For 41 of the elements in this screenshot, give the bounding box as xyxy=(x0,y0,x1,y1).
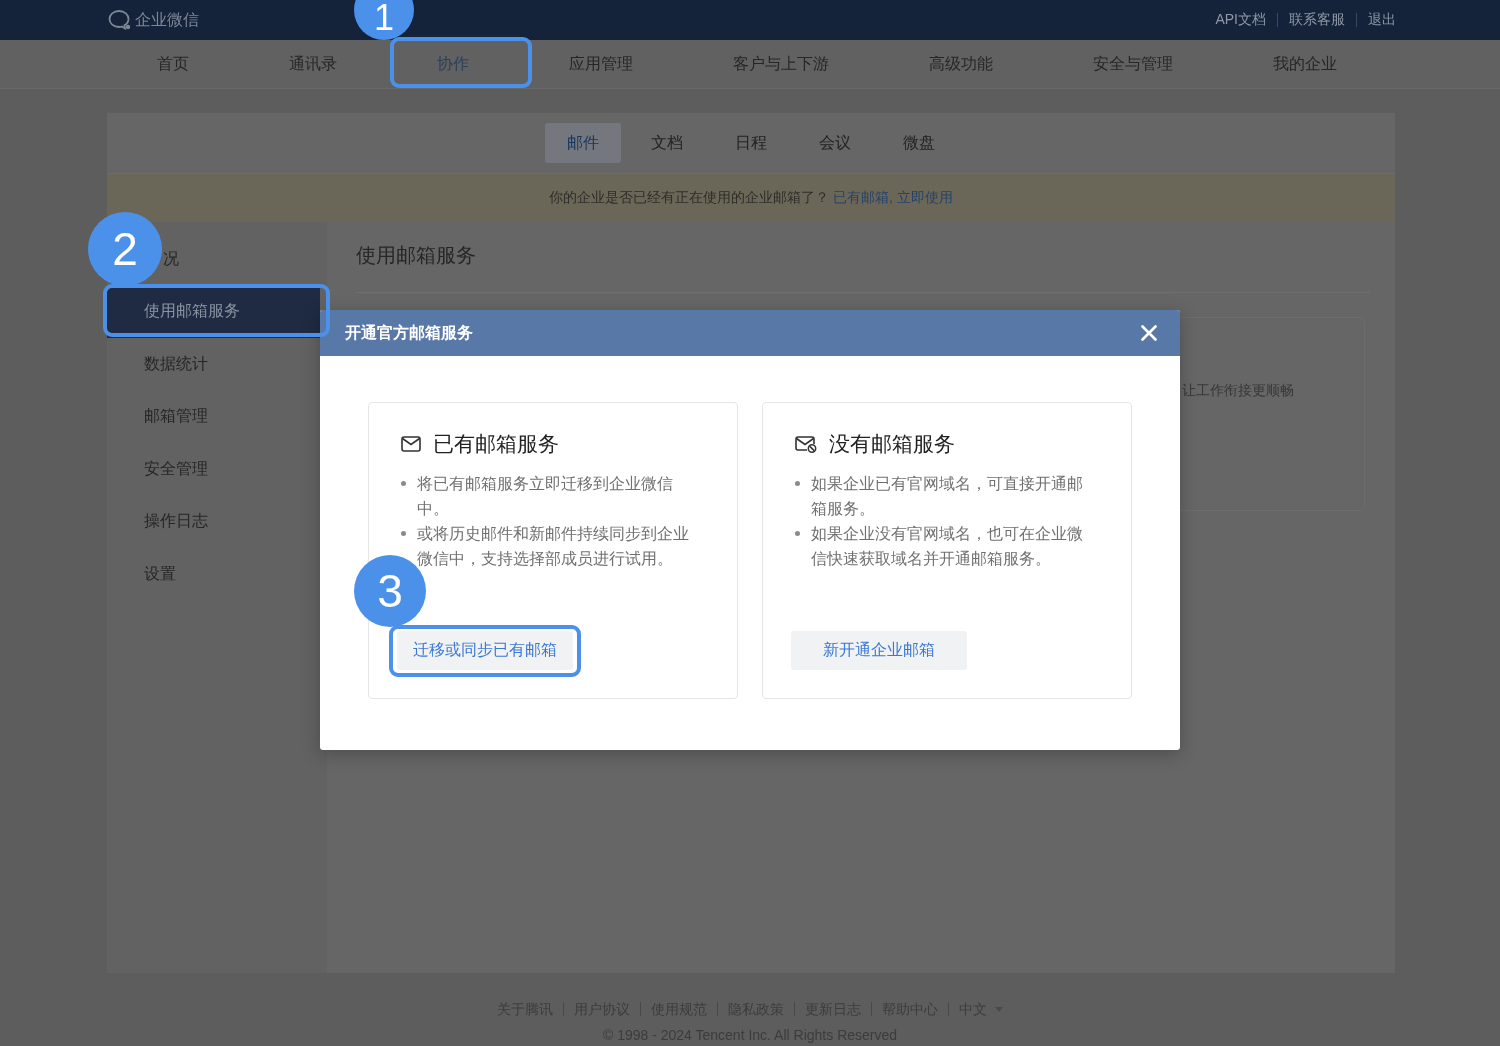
header-link[interactable]: API文档 xyxy=(1215,11,1266,29)
nav-tab[interactable]: 安全与管理 xyxy=(1043,40,1223,88)
nav-tab[interactable]: 应用管理 xyxy=(519,40,683,88)
close-icon[interactable] xyxy=(1141,325,1157,341)
nav-tab[interactable]: 我的企业 xyxy=(1223,40,1387,88)
page-title: 使用邮箱服务 xyxy=(356,241,1370,293)
option-button[interactable]: 新开通企业邮箱 xyxy=(791,631,967,670)
bullet-icon xyxy=(401,481,406,486)
option-title: 没有邮箱服务 xyxy=(829,431,955,457)
sidebar-item[interactable]: 安全管理 xyxy=(107,443,320,496)
nav-tab[interactable]: 高级功能 xyxy=(879,40,1043,88)
option-title: 已有邮箱服务 xyxy=(433,431,559,457)
bullet-icon xyxy=(795,481,800,486)
option-description: 如果企业已有官网域名，可直接开通邮箱服务。 xyxy=(811,474,1084,519)
sidebar-item[interactable]: 操作日志 xyxy=(107,495,320,548)
sub-tab[interactable]: 邮件 xyxy=(545,123,621,163)
logo-text: 企业微信 xyxy=(135,9,199,30)
option-description: 如果企业没有官网域名，也可在企业微信快速获取域名并开通邮箱服务。 xyxy=(811,524,1084,569)
chat-bubble-icon xyxy=(108,9,132,31)
banner-text: 你的企业是否已经有正在使用的企业邮箱了？ xyxy=(549,189,830,207)
sub-tab[interactable]: 日程 xyxy=(713,123,789,163)
dialog-title: 开通官方邮箱服务 xyxy=(345,322,473,343)
bullet-icon xyxy=(795,531,800,536)
banner-link[interactable]: 已有邮箱, 立即使用 xyxy=(833,189,953,207)
header-link[interactable]: 退出 xyxy=(1368,11,1396,29)
envelope-blocked-icon xyxy=(795,435,817,453)
sidebar-item[interactable]: 设置 xyxy=(107,548,320,601)
header-link[interactable]: 联系客服 xyxy=(1289,11,1345,29)
sidebar-item[interactable]: 邮箱管理 xyxy=(107,390,320,443)
option-button[interactable]: 迁移或同步已有邮箱 xyxy=(397,631,573,670)
sidebar-item[interactable]: 数据统计 xyxy=(107,338,320,391)
step-marker: 2 xyxy=(88,211,162,286)
sub-tab[interactable]: 微盘 xyxy=(881,123,957,163)
sub-tab[interactable]: 会议 xyxy=(797,123,873,163)
option-description: 将已有邮箱服务立即迁移到企业微信中。 xyxy=(417,474,674,519)
sub-tab[interactable]: 文档 xyxy=(629,123,705,163)
nav-tab[interactable]: 通讯录 xyxy=(239,40,387,88)
nav-tab[interactable]: 首页 xyxy=(107,40,239,88)
envelope-icon xyxy=(401,436,421,452)
bullet-icon xyxy=(401,531,406,536)
sidebar-item[interactable]: 况 xyxy=(163,233,320,286)
